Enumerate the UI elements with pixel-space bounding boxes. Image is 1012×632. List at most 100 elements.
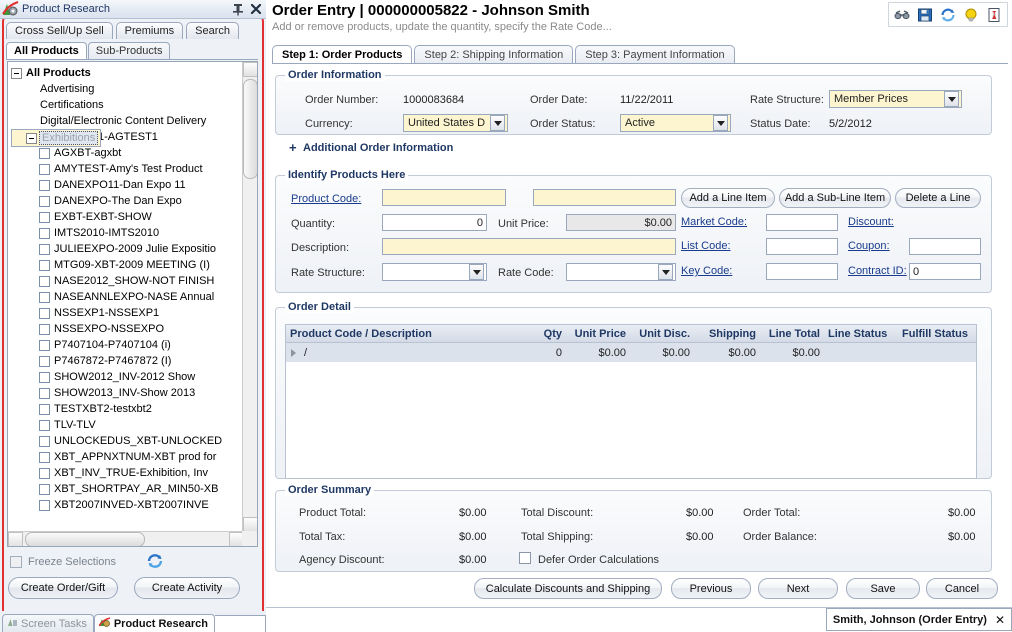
tree-item-checkbox[interactable]	[39, 468, 50, 479]
description-input[interactable]	[382, 238, 676, 255]
tree-item-checkbox[interactable]	[39, 484, 50, 495]
tree-item[interactable]: NASE2012_SHOW-NOT FINISH	[11, 273, 244, 289]
binoculars-icon[interactable]	[894, 7, 910, 23]
tree-item[interactable]: IMTS2010-IMTS2010	[11, 225, 244, 241]
tab-step-1-order-products[interactable]: Step 1: Order Products	[272, 45, 412, 63]
tree-item-checkbox[interactable]	[39, 148, 50, 159]
tree-item[interactable]: MTG09-XBT-2009 MEETING (I)	[11, 257, 244, 273]
order-detail-grid[interactable]: Product Code / Description Qty Unit Pric…	[285, 324, 977, 479]
tree-item-checkbox[interactable]	[39, 372, 50, 383]
contract-id-input[interactable]: 0	[909, 263, 981, 280]
add-sub-line-item-button[interactable]: Add a Sub-Line Item	[779, 188, 891, 208]
tab-sub-products[interactable]: Sub-Products	[88, 42, 171, 59]
list-code-input[interactable]	[766, 238, 838, 255]
table-row[interactable]: / 0 $0.00 $0.00 $0.00 $0.00	[286, 343, 976, 362]
tree-item-checkbox[interactable]	[39, 308, 50, 319]
tree-item[interactable]: TESTXBT2-testxbt2	[11, 401, 244, 417]
tree-item-checkbox[interactable]	[39, 228, 50, 239]
contract-id-link[interactable]: Contract ID:	[848, 265, 907, 277]
save-button[interactable]: Save	[846, 578, 920, 599]
tree-horizontal-scrollbar[interactable]	[8, 531, 244, 546]
tree-item[interactable]: All Products	[11, 65, 244, 81]
cancel-button[interactable]: Cancel	[926, 578, 998, 599]
chevron-down-icon[interactable]	[658, 264, 673, 280]
tab-search[interactable]: Search	[186, 22, 239, 39]
close-icon[interactable]	[248, 1, 264, 17]
tab-all-products[interactable]: All Products	[6, 42, 87, 59]
discount-link[interactable]: Discount:	[848, 216, 894, 228]
tree-item[interactable]: Advertising	[11, 81, 244, 97]
tree-item[interactable]: DANEXPO11-Dan Expo 11	[11, 177, 244, 193]
chevron-down-icon[interactable]	[944, 91, 959, 107]
tree-item-checkbox[interactable]	[39, 180, 50, 191]
chevron-down-icon[interactable]	[490, 115, 505, 131]
scroll-up-button[interactable]	[243, 62, 258, 77]
scroll-left-button[interactable]	[8, 532, 23, 547]
calculate-discounts-and-shipping-button[interactable]: Calculate Discounts and Shipping	[474, 578, 662, 599]
tree-item[interactable]: TLV-TLV	[11, 417, 244, 433]
tab-step-3-payment-information[interactable]: Step 3: Payment Information	[575, 45, 734, 63]
scroll-thumb-vertical[interactable]	[243, 79, 258, 179]
tree-item[interactable]: Exhibitions	[11, 129, 101, 147]
freeze-selections-checkbox[interactable]	[10, 556, 22, 568]
tree-item[interactable]: P7407104-P7407104 (i)	[11, 337, 244, 353]
tab-cross-sell-up-sell[interactable]: Cross Sell/Up Sell	[6, 22, 113, 39]
tree-item[interactable]: NSSEXP1-NSSEXP1	[11, 305, 244, 321]
close-icon[interactable]: ✕	[995, 613, 1005, 627]
list-code-link[interactable]: List Code:	[681, 240, 731, 252]
tree-item-checkbox[interactable]	[39, 260, 50, 271]
bottom-tab-product-research[interactable]: Product Research	[94, 614, 215, 632]
bottom-tab-screen-tasks[interactable]: Screen Tasks	[2, 614, 94, 632]
key-code-link[interactable]: Key Code:	[681, 265, 732, 277]
refresh-icon[interactable]	[940, 7, 956, 23]
tree-item[interactable]: SHOW2012_INV-2012 Show	[11, 369, 244, 385]
tree-item[interactable]: XBT_APPNXTNUM-XBT prod for	[11, 449, 244, 465]
tree-item-checkbox[interactable]	[39, 340, 50, 351]
coupon-input[interactable]	[909, 238, 981, 255]
tree-item[interactable]: SHOW2013_INV-Show 2013	[11, 385, 244, 401]
tree-expander-icon[interactable]	[11, 68, 22, 79]
save-icon[interactable]	[917, 7, 933, 23]
tree-item-checkbox[interactable]	[39, 212, 50, 223]
quantity-input[interactable]: 0	[382, 214, 487, 231]
tree-item[interactable]: NASEANNLEXPO-NASE Annual	[11, 289, 244, 305]
previous-button[interactable]: Previous	[671, 578, 751, 599]
next-button[interactable]: Next	[758, 578, 838, 599]
market-code-input[interactable]	[766, 214, 838, 231]
tree-item-checkbox[interactable]	[39, 436, 50, 447]
tree-item[interactable]: DANEXPO-The Dan Expo	[11, 193, 244, 209]
refresh-icon[interactable]	[146, 552, 164, 570]
tab-premiums[interactable]: Premiums	[116, 22, 184, 39]
tree-item-checkbox[interactable]	[39, 420, 50, 431]
product-code-link[interactable]: Product Code:	[291, 193, 361, 205]
tree-item[interactable]: XBT2007INVED-XBT2007INVE	[11, 497, 244, 513]
add-line-item-button[interactable]: Add a Line Item	[681, 188, 775, 208]
tree-item-checkbox[interactable]	[39, 292, 50, 303]
tree-item-checkbox[interactable]	[39, 500, 50, 511]
additional-order-information-section[interactable]: + Additional Order Information	[275, 140, 992, 156]
tree-item-checkbox[interactable]	[39, 404, 50, 415]
tree-item-checkbox[interactable]	[39, 276, 50, 287]
record-tab[interactable]: Smith, Johnson (Order Entry) ✕	[826, 608, 1012, 631]
pin-icon[interactable]	[230, 1, 246, 17]
scroll-thumb-horizontal[interactable]	[25, 532, 145, 547]
tree-item[interactable]: XBT_SHORTPAY_AR_MIN50-XB	[11, 481, 244, 497]
tree-item[interactable]: Certifications	[11, 97, 244, 113]
tree-item-checkbox[interactable]	[39, 164, 50, 175]
product-description-input[interactable]	[533, 189, 676, 206]
product-tree[interactable]: All ProductsAdvertisingCertificationsDig…	[8, 62, 244, 532]
rate-code-select[interactable]	[566, 263, 676, 281]
tree-item[interactable]: NSSEXPO-NSSEXPO	[11, 321, 244, 337]
coupon-link[interactable]: Coupon:	[848, 240, 890, 252]
report-icon[interactable]	[986, 7, 1002, 23]
delete-a-line-button[interactable]: Delete a Line	[895, 188, 981, 208]
expand-toggle-icon[interactable]: +	[289, 140, 297, 155]
defer-order-calculations-checkbox[interactable]	[519, 552, 531, 564]
market-code-link[interactable]: Market Code:	[681, 216, 747, 228]
tree-item[interactable]: P7467872-P7467872 (I)	[11, 353, 244, 369]
tree-item[interactable]: EXBT-EXBT-SHOW	[11, 209, 244, 225]
tab-step-2-shipping-information[interactable]: Step 2: Shipping Information	[414, 45, 573, 63]
rate-structure-select[interactable]: Member Prices	[829, 90, 962, 108]
lightbulb-icon[interactable]	[963, 7, 979, 23]
key-code-input[interactable]	[766, 263, 838, 280]
